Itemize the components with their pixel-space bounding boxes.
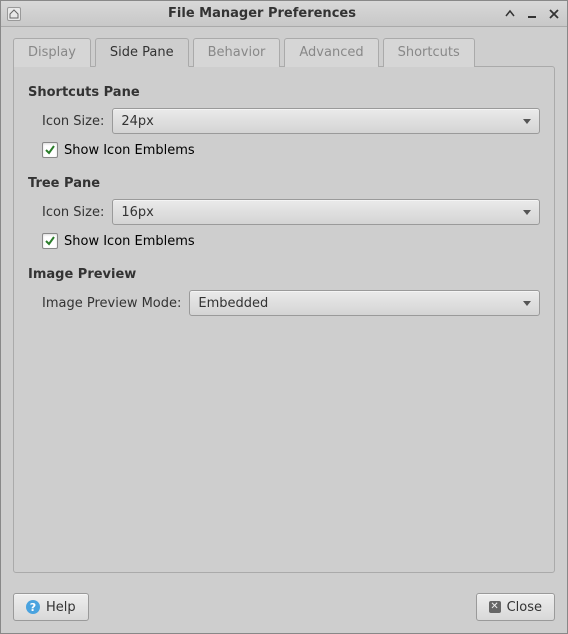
- tab-bar: Display Side Pane Behavior Advanced Shor…: [13, 37, 555, 66]
- tab-display[interactable]: Display: [13, 38, 91, 67]
- tab-advanced[interactable]: Advanced: [284, 38, 378, 67]
- checkbox-shortcuts-show-emblems[interactable]: [42, 142, 58, 158]
- checkmark-icon: [45, 145, 55, 155]
- tab-shortcuts[interactable]: Shortcuts: [383, 38, 475, 67]
- chevron-down-icon: [523, 301, 531, 306]
- chevron-down-icon: [523, 210, 531, 215]
- row-shortcuts-icon-size: Icon Size: 24px: [42, 108, 540, 134]
- help-icon: ?: [26, 600, 40, 614]
- row-shortcuts-show-emblems: Show Icon Emblems: [42, 142, 540, 158]
- content-area: Display Side Pane Behavior Advanced Shor…: [1, 27, 567, 583]
- dropdown-value: Embedded: [198, 296, 268, 311]
- titlebar: File Manager Preferences: [1, 1, 567, 27]
- section-title-image-preview: Image Preview: [28, 267, 540, 282]
- close-button-label: Close: [507, 600, 542, 615]
- checkmark-icon: [45, 236, 55, 246]
- window-menu-icon[interactable]: [7, 7, 21, 21]
- help-button[interactable]: ? Help: [13, 593, 89, 621]
- tab-panel-side-pane: Shortcuts Pane Icon Size: 24px Show Icon…: [13, 66, 555, 573]
- dropdown-value: 16px: [121, 205, 154, 220]
- window-title: File Manager Preferences: [21, 6, 503, 21]
- section-title-shortcuts-pane: Shortcuts Pane: [28, 85, 540, 100]
- window-controls: [503, 7, 561, 21]
- label-tree-show-emblems: Show Icon Emblems: [64, 234, 195, 249]
- roll-up-icon[interactable]: [503, 7, 517, 21]
- row-tree-icon-size: Icon Size: 16px: [42, 199, 540, 225]
- row-image-preview-mode: Image Preview Mode: Embedded: [42, 290, 540, 316]
- footer-button-bar: ? Help ✕ Close: [1, 583, 567, 633]
- checkbox-tree-show-emblems[interactable]: [42, 233, 58, 249]
- dropdown-shortcuts-icon-size[interactable]: 24px: [112, 108, 540, 134]
- label-image-preview-mode: Image Preview Mode:: [42, 296, 181, 311]
- preferences-window: File Manager Preferences Display Side Pa…: [0, 0, 568, 634]
- section-title-tree-pane: Tree Pane: [28, 176, 540, 191]
- label-shortcuts-icon-size: Icon Size:: [42, 114, 104, 129]
- minimize-icon[interactable]: [525, 7, 539, 21]
- chevron-down-icon: [523, 119, 531, 124]
- label-shortcuts-show-emblems: Show Icon Emblems: [64, 143, 195, 158]
- label-tree-icon-size: Icon Size:: [42, 205, 104, 220]
- close-icon: ✕: [489, 601, 501, 613]
- close-button[interactable]: ✕ Close: [476, 593, 555, 621]
- help-button-label: Help: [46, 600, 76, 615]
- dropdown-image-preview-mode[interactable]: Embedded: [189, 290, 540, 316]
- tab-behavior[interactable]: Behavior: [193, 38, 281, 67]
- close-window-icon[interactable]: [547, 7, 561, 21]
- row-tree-show-emblems: Show Icon Emblems: [42, 233, 540, 249]
- dropdown-value: 24px: [121, 114, 154, 129]
- dropdown-tree-icon-size[interactable]: 16px: [112, 199, 540, 225]
- tab-side-pane[interactable]: Side Pane: [95, 38, 189, 67]
